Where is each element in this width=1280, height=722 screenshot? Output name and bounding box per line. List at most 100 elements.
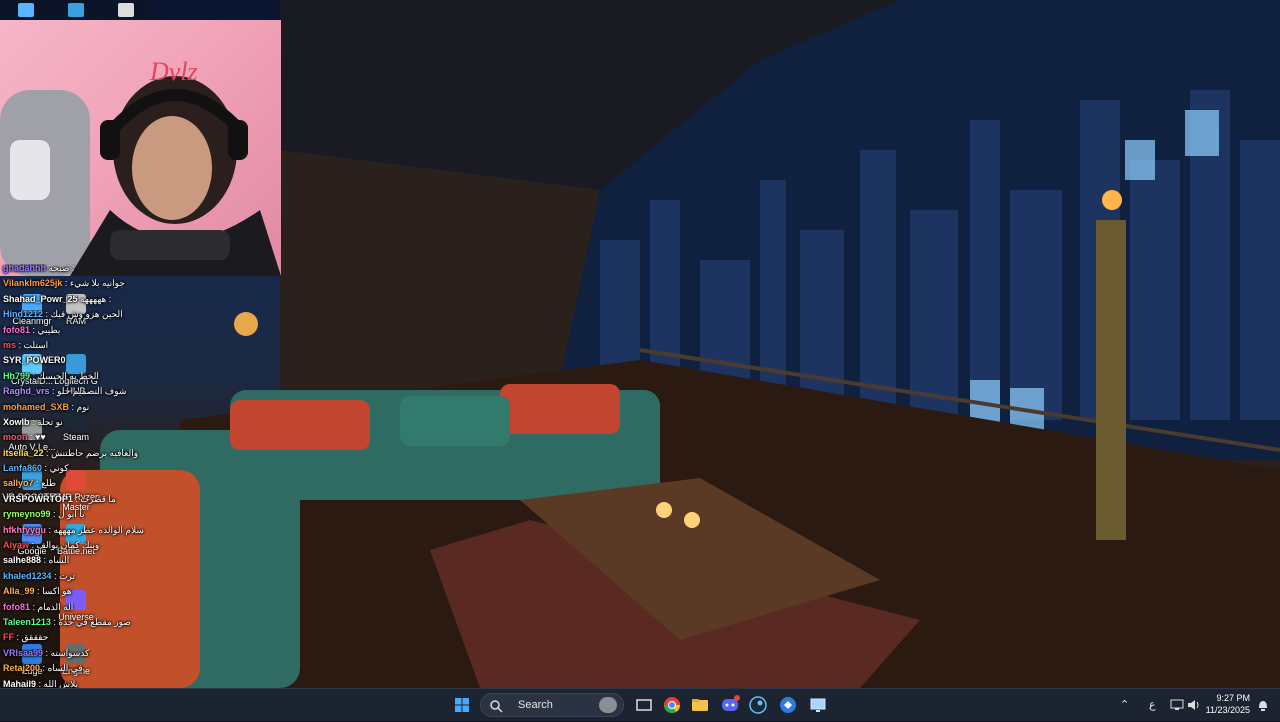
taskbar-file-explorer[interactable] xyxy=(688,693,712,717)
chat-username: moon xyxy=(3,433,28,443)
chat-message: fofo81 : بطيبي xyxy=(0,326,180,341)
chat-text: : كوني xyxy=(44,464,69,474)
chrome-icon xyxy=(663,697,681,714)
chat-username: hfkhfyygu xyxy=(3,525,47,535)
chat-text: : نوم xyxy=(71,402,90,412)
chat-text: : شوف التصميم حلو xyxy=(52,387,127,397)
chat-username: Alla_99 xyxy=(3,587,35,597)
chat-message: Hind1212 : الحين هزو وش فيك xyxy=(0,310,180,325)
system-clock[interactable]: 9:27 PM 11/23/2025 xyxy=(1206,692,1250,716)
chat-message: fofo81 : اله الدمام xyxy=(0,603,180,618)
chat-message: ghadahhh صبحه : xyxy=(0,264,180,279)
search-icon xyxy=(490,700,503,713)
steam-icon xyxy=(749,696,767,714)
task-view-icon xyxy=(636,699,652,711)
svg-text:Dvlz: Dvlz xyxy=(149,57,198,86)
chat-message: VRlsaa99 : كدسواسته xyxy=(0,649,180,664)
chat-text: : الحين هزو وش فيك xyxy=(45,310,123,320)
chat-username: Raghd_vrs xyxy=(3,387,50,397)
chat-message: Taleen1213 : صور مقطع في جدة xyxy=(0,618,180,633)
chat-message: ms : استلت xyxy=(0,341,180,356)
chat-message: Xowlb : نو تحلة xyxy=(0,418,180,433)
chat-username: Aiyaw xyxy=(3,541,30,551)
task-view-button[interactable] xyxy=(632,693,656,717)
chat-text: صبحه : xyxy=(48,264,75,273)
chat-text: : بطيبي xyxy=(32,325,61,335)
chat-username: Vilanklm625jk xyxy=(3,279,63,289)
chat-text: : صور مقطع في جدة xyxy=(53,617,131,627)
chat-username: mohamed_SXB xyxy=(3,402,70,412)
chat-message: Shahad_Powr_25 هههههه : xyxy=(0,295,180,310)
chat-message: Alla_99 : هو اكسا xyxy=(0,587,180,602)
tray-chevron-up-icon[interactable]: ⌃ xyxy=(1120,698,1129,711)
taskbar-app[interactable] xyxy=(776,693,800,717)
chat-message: Raghd_vrs : شوف التصميم حلو xyxy=(0,387,180,402)
discord-icon xyxy=(722,695,740,711)
webcam-overlay: Dvlz xyxy=(0,20,281,276)
chat-username: Xowlb xyxy=(3,417,30,427)
taskbar-chrome[interactable] xyxy=(660,693,684,717)
chat-text: : سلام الوالده عطر مهههه xyxy=(48,525,144,535)
chat-message: FF : حقققق xyxy=(0,633,180,648)
document-icon[interactable] xyxy=(118,3,134,17)
chat-message: itsella_22 : والعافيه يرضم حاطتنش xyxy=(0,449,180,464)
chat-message: SYR_POWER0 xyxy=(0,356,180,371)
search-box[interactable]: Search xyxy=(480,693,624,717)
chat-message: VRSPOWRTOP1 : ما قصرت xyxy=(0,495,180,510)
notification-bell-icon[interactable] xyxy=(1256,698,1270,712)
chat-text: : بلاش الله xyxy=(38,679,78,688)
chat-text: : استلت xyxy=(18,340,49,350)
chat-text: : ترت xyxy=(54,571,76,581)
recycle-bin-icon[interactable] xyxy=(18,3,34,17)
chat-username: ms xyxy=(3,340,17,350)
chat-username: Mahail9 xyxy=(3,679,37,688)
chat-message: sallyo7 : طلع xyxy=(0,479,180,494)
chat-username: Retaj200 xyxy=(3,664,41,674)
chat-text: : والعافيه يرضم حاطتنش xyxy=(46,448,139,458)
chat-username: Hh799 xyxy=(3,371,31,381)
chat-message: Hh799 : الخط به الحبسك xyxy=(0,372,180,387)
chat-username: Shahad_Powr_25 xyxy=(3,294,78,304)
taskbar-steam[interactable] xyxy=(746,693,770,717)
chat-text: : كدسواسته xyxy=(45,648,90,658)
chat-text: هههههه : xyxy=(80,294,112,304)
chat-username: salhe888 xyxy=(3,556,42,566)
stream-chat: ghadahhh صبحه : Vilanklm625jk : جوانيه بل… xyxy=(0,264,180,688)
chat-text: : ♥♥ xyxy=(30,433,46,443)
chat-username: itsella_22 xyxy=(3,448,44,458)
chat-text: : طلع xyxy=(36,479,56,489)
chat-text: : اله الدمام xyxy=(32,602,74,612)
app-shortcut-icon[interactable] xyxy=(68,3,84,17)
chat-username: Hind1212 xyxy=(3,310,44,320)
chat-text: : هو اكسا xyxy=(37,587,72,597)
chat-username: fofo81 xyxy=(3,602,30,612)
chat-username: VRlsaa99 xyxy=(3,648,44,658)
language-indicator[interactable]: ع xyxy=(1149,698,1156,711)
chat-message: hfkhfyygu : سلام الوالده عطر مهههه xyxy=(0,526,180,541)
taskbar: Search ⌃ ع 9:27 PM 11/23/2025 xyxy=(0,688,1280,721)
chat-message: Vilanklm625jk : جوانيه بلا شيء xyxy=(0,279,180,294)
chat-username: rymeyno99 xyxy=(3,510,51,520)
chat-message: moon : ♥♥ xyxy=(0,433,180,448)
taskbar-desktop-app[interactable] xyxy=(806,693,830,717)
chat-username: FF xyxy=(3,633,14,643)
chat-text: : يا ابو ل xyxy=(53,510,85,520)
chat-message: Retaj200 : في الساه xyxy=(0,664,180,679)
windows-icon xyxy=(455,698,469,712)
chat-text: : نو تحلة xyxy=(32,417,63,427)
monitor-icon xyxy=(810,698,826,712)
network-icon[interactable] xyxy=(1170,698,1184,712)
chat-message: Aiyaw : وينك كمان يوالف xyxy=(0,541,180,556)
chat-text: : حقققق xyxy=(16,633,49,643)
taskbar-discord[interactable] xyxy=(718,693,742,717)
chat-message: khaled1234 : ترت xyxy=(0,572,180,587)
chat-username: VRSPOWRTOP1 xyxy=(3,494,73,504)
search-highlight-icon xyxy=(599,697,617,713)
chat-text: : في الساه xyxy=(42,664,83,674)
app-icon xyxy=(780,697,796,713)
start-button[interactable] xyxy=(450,693,474,717)
chat-username: Taleen1213 xyxy=(3,617,51,627)
chat-username: sallyo7 xyxy=(3,479,34,489)
chat-text: : ما قصرت xyxy=(75,494,116,504)
volume-icon[interactable] xyxy=(1186,698,1200,712)
